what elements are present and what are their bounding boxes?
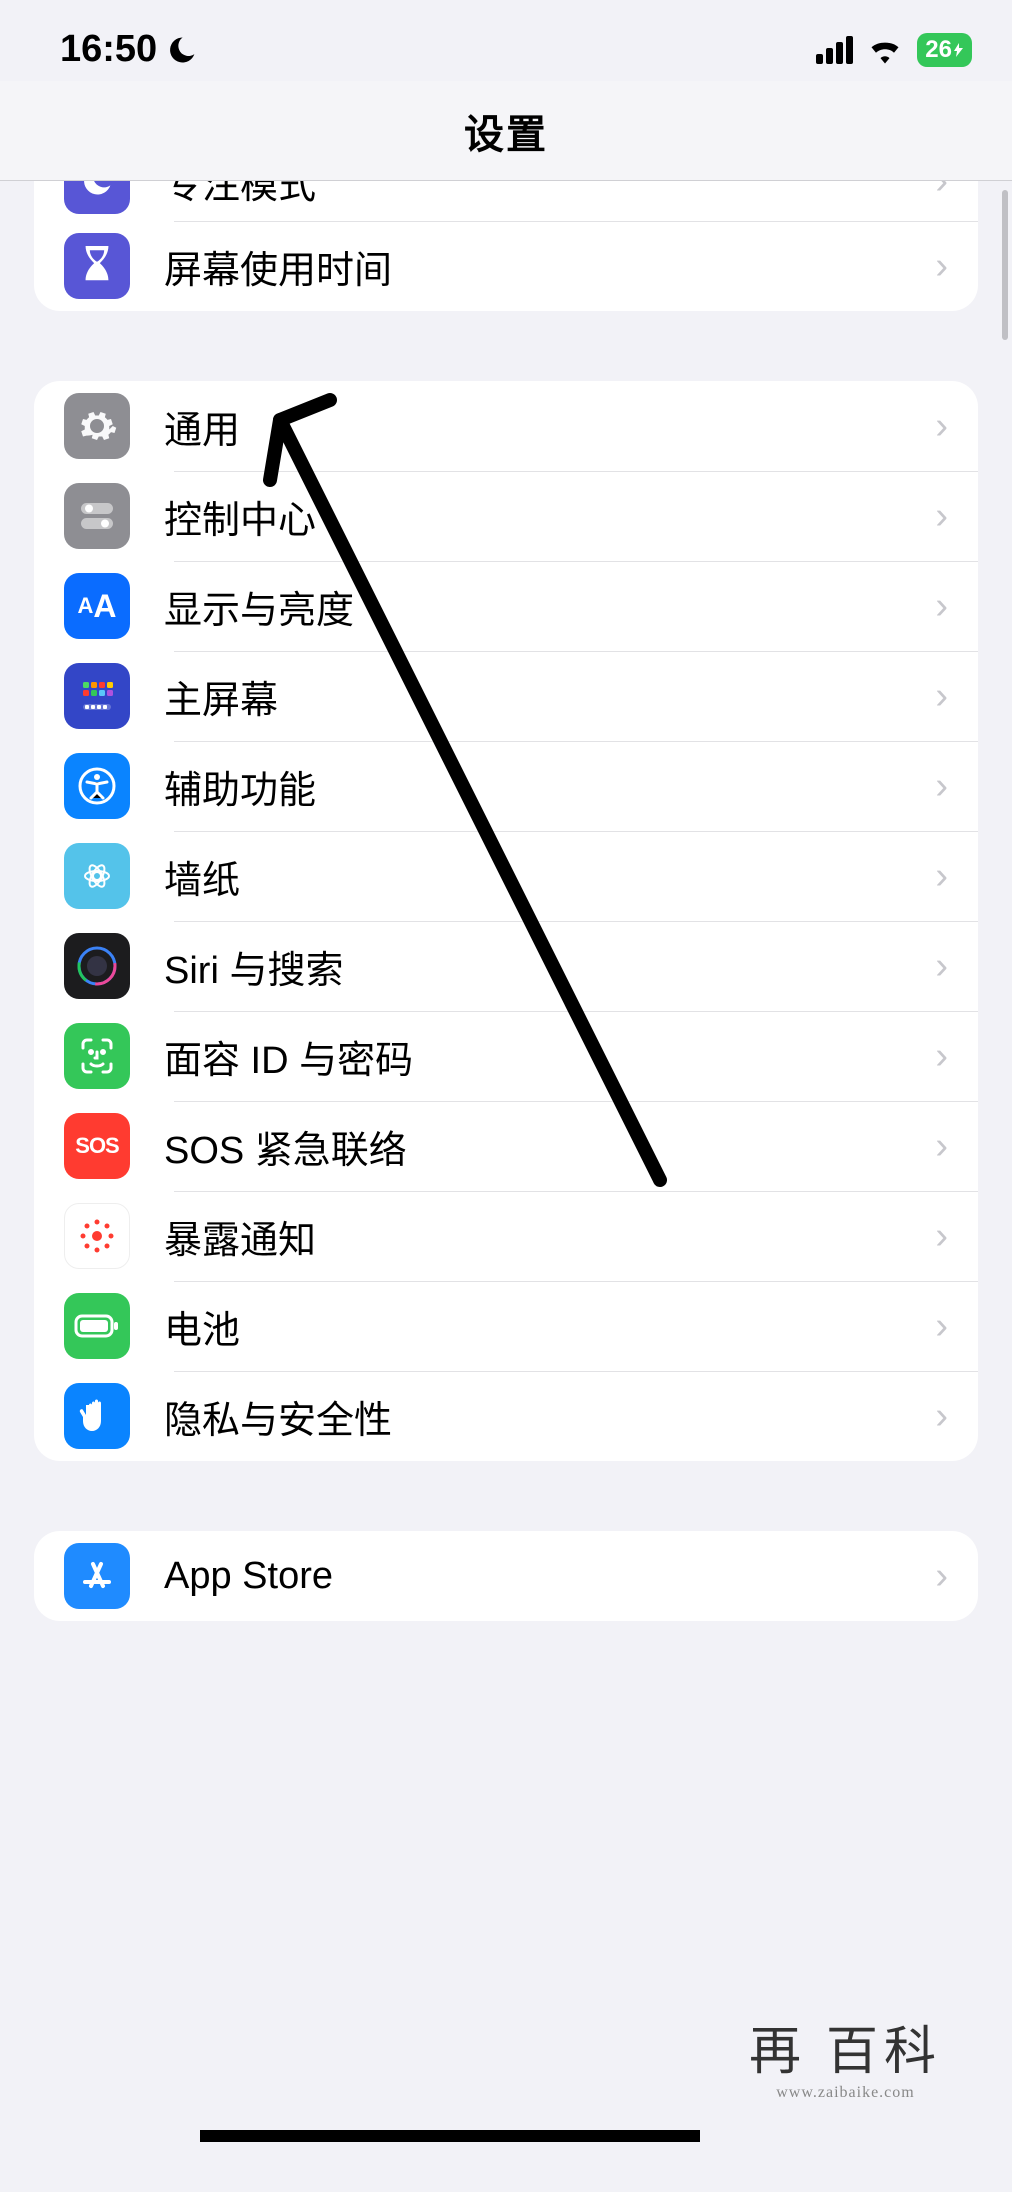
- wallpaper-icon: [64, 843, 130, 909]
- annotation-underline: [200, 2128, 700, 2144]
- row-display[interactable]: AA 显示与亮度 ›: [34, 561, 978, 651]
- row-battery[interactable]: 电池 ›: [34, 1281, 978, 1371]
- status-bar: 16:50 26: [0, 0, 1012, 81]
- chevron-right-icon: ›: [935, 1305, 948, 1348]
- chevron-right-icon: ›: [935, 405, 948, 448]
- watermark-url: www.zaibaike.com: [749, 2084, 942, 2102]
- exposure-icon: [64, 1203, 130, 1269]
- page-title: 设置: [464, 102, 548, 160]
- gear-icon: [64, 393, 130, 459]
- battery-percent: 26: [925, 36, 952, 64]
- focus-icon: [64, 181, 130, 214]
- row-label: 辅助功能: [164, 759, 935, 814]
- row-label: Siri 与搜索: [164, 939, 935, 994]
- scroll-indicator: [1002, 190, 1008, 340]
- chevron-right-icon: ›: [935, 765, 948, 808]
- chevron-right-icon: ›: [935, 495, 948, 538]
- row-privacy[interactable]: 隐私与安全性 ›: [34, 1371, 978, 1461]
- accessibility-icon: [64, 753, 130, 819]
- settings-group-bottom: App Store ›: [34, 1531, 978, 1621]
- dnd-moon-icon: [167, 35, 197, 65]
- row-appstore[interactable]: App Store ›: [34, 1531, 978, 1621]
- chevron-right-icon: ›: [935, 1125, 948, 1168]
- chevron-right-icon: ›: [935, 855, 948, 898]
- watermark-text: 再 百科: [749, 2009, 942, 2084]
- watermark: 再 百科 www.zaibaike.com: [749, 2009, 942, 2102]
- chevron-right-icon: ›: [935, 1395, 948, 1438]
- row-focus[interactable]: 专注模式 ›: [34, 181, 978, 221]
- row-label: 控制中心: [164, 489, 935, 544]
- row-exposure[interactable]: 暴露通知 ›: [34, 1191, 978, 1281]
- row-label: SOS 紧急联络: [164, 1119, 935, 1174]
- row-wallpaper[interactable]: 墙纸 ›: [34, 831, 978, 921]
- battery-indicator: 26: [917, 33, 972, 67]
- home-screen-icon: [64, 663, 130, 729]
- settings-group-top: 专注模式 › 屏幕使用时间 ›: [34, 181, 978, 311]
- switches-icon: [64, 483, 130, 549]
- chevron-right-icon: ›: [935, 181, 948, 203]
- sos-icon: SOS: [64, 1113, 130, 1179]
- status-right: 26: [816, 33, 972, 67]
- chevron-right-icon: ›: [935, 675, 948, 718]
- header-bar: 设置: [0, 81, 1012, 181]
- row-label: 隐私与安全性: [164, 1389, 935, 1444]
- faceid-icon: [64, 1023, 130, 1089]
- chevron-right-icon: ›: [935, 1035, 948, 1078]
- status-time: 16:50: [60, 28, 157, 71]
- row-label: 面容 ID 与密码: [164, 1029, 935, 1084]
- cellular-signal-icon: [816, 36, 853, 64]
- row-label: 主屏幕: [164, 669, 935, 724]
- privacy-hand-icon: [64, 1383, 130, 1449]
- row-label: 暴露通知: [164, 1209, 935, 1264]
- status-left: 16:50: [60, 28, 197, 71]
- charging-icon: [954, 43, 964, 57]
- row-label: App Store: [164, 1555, 935, 1598]
- chevron-right-icon: ›: [935, 945, 948, 988]
- row-label: 屏幕使用时间: [164, 239, 935, 294]
- row-home-screen[interactable]: 主屏幕 ›: [34, 651, 978, 741]
- battery-icon: [64, 1293, 130, 1359]
- row-screentime[interactable]: 屏幕使用时间 ›: [34, 221, 978, 311]
- chevron-right-icon: ›: [935, 1555, 948, 1598]
- row-siri[interactable]: Siri 与搜索 ›: [34, 921, 978, 1011]
- text-size-icon: AA: [64, 573, 130, 639]
- row-label: 专注模式: [164, 181, 935, 209]
- row-faceid[interactable]: 面容 ID 与密码 ›: [34, 1011, 978, 1101]
- row-sos[interactable]: SOS SOS 紧急联络 ›: [34, 1101, 978, 1191]
- chevron-right-icon: ›: [935, 585, 948, 628]
- wifi-icon: [867, 36, 903, 64]
- siri-icon: [64, 933, 130, 999]
- appstore-icon: [64, 1543, 130, 1609]
- row-general[interactable]: 通用 ›: [34, 381, 978, 471]
- row-label: 墙纸: [164, 849, 935, 904]
- row-label: 通用: [164, 399, 935, 454]
- row-accessibility[interactable]: 辅助功能 ›: [34, 741, 978, 831]
- row-control-center[interactable]: 控制中心 ›: [34, 471, 978, 561]
- chevron-right-icon: ›: [935, 245, 948, 288]
- chevron-right-icon: ›: [935, 1215, 948, 1258]
- row-label: 电池: [164, 1299, 935, 1354]
- row-label: 显示与亮度: [164, 579, 935, 634]
- settings-group-main: 通用 › 控制中心 › AA 显示与亮度 › 主屏幕 › 辅助功能: [34, 381, 978, 1461]
- screentime-icon: [64, 233, 130, 299]
